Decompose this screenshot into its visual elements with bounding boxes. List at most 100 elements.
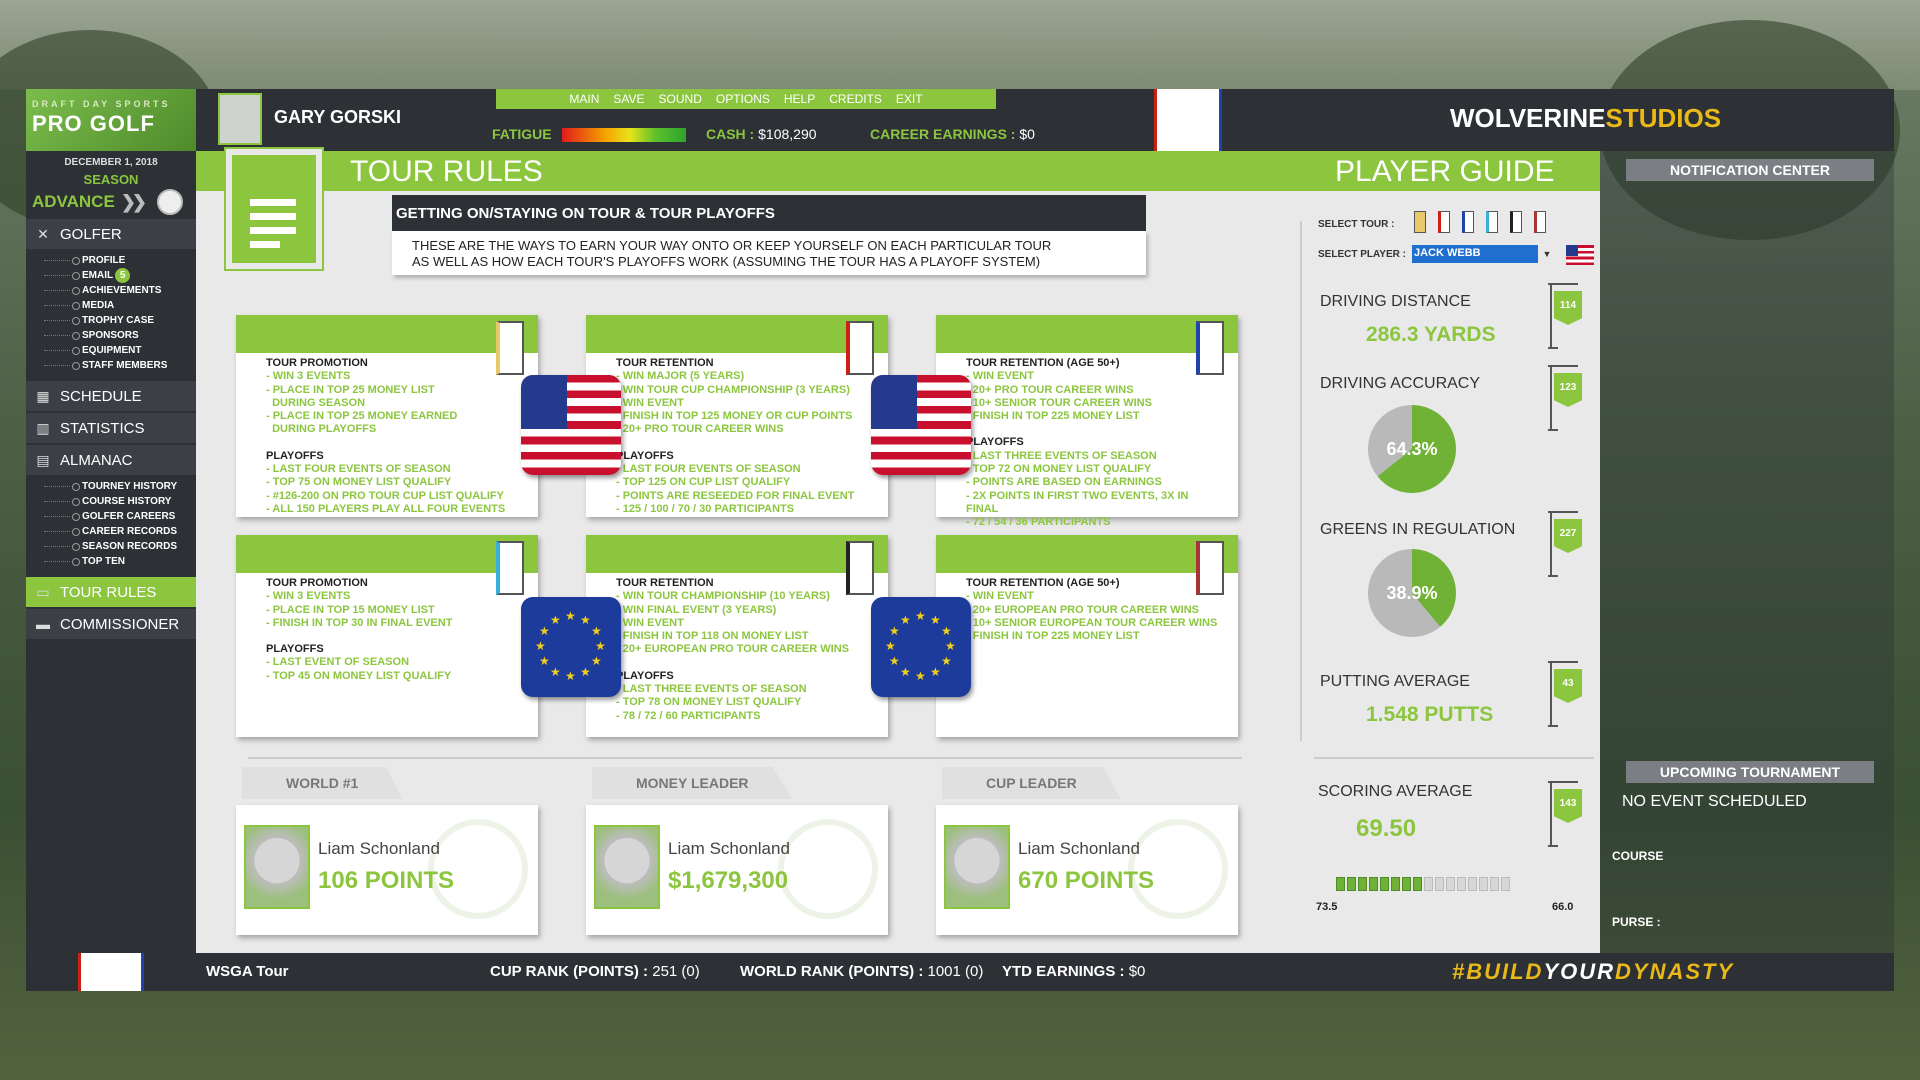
tour-logo-icon <box>496 541 524 595</box>
scoring-bar-segment <box>1336 877 1345 891</box>
menu-exit[interactable]: EXIT <box>896 92 923 106</box>
rule-item: - 20+ PRO TOUR CAREER WINS <box>616 423 858 436</box>
sidebar-subitem-course-history[interactable]: COURSE HISTORY <box>44 494 196 509</box>
tour-rule-card: TOUR PROMOTION- WIN 3 EVENTS- PLACE IN T… <box>236 535 538 737</box>
upcoming-event-text: NO EVENT SCHEDULED <box>1622 793 1807 811</box>
section-description: THESE ARE THE WAYS TO EARN YOUR WAY ONTO… <box>392 231 1146 275</box>
leader-value: $1,679,300 <box>668 867 788 895</box>
tour-option[interactable] <box>1486 211 1498 233</box>
playoff-item: - TOP 78 ON MONEY LIST QUALIFY <box>616 696 858 709</box>
scoring-bar-segment <box>1479 877 1488 891</box>
star-icon: ★ <box>930 665 941 679</box>
sidebar-subitem-staff-members[interactable]: STAFF MEMBERS <box>44 358 196 373</box>
tour-logo-icon <box>846 541 874 595</box>
leader-card[interactable]: Liam Schonland$1,679,300 <box>586 805 888 935</box>
sidebar-item-golfer[interactable]: ✕ GOLFER <box>26 219 196 249</box>
menu-credits[interactable]: CREDITS <box>829 92 882 106</box>
scoring-bar-segment <box>1369 877 1378 891</box>
description-line: THESE ARE THE WAYS TO EARN YOUR WAY ONTO… <box>412 238 1126 254</box>
tour-option[interactable] <box>1534 211 1546 233</box>
tour-logo-icon <box>846 321 874 375</box>
menu-save[interactable]: SAVE <box>613 92 644 106</box>
sidebar-item-schedule[interactable]: ▦ SCHEDULE <box>26 381 196 411</box>
playoffs-title: PLAYOFFS <box>616 670 858 683</box>
card-title: TOUR PROMOTION <box>266 577 508 590</box>
career-earnings-display: CAREER EARNINGS : $0 <box>870 126 1035 142</box>
document-icon <box>226 149 322 269</box>
leader-card[interactable]: Liam Schonland106 POINTS <box>236 805 538 935</box>
gir-pie: 38.9% <box>1368 549 1456 637</box>
rule-item: - WIN EVENT <box>616 397 858 410</box>
sidebar-item-label: ALMANAC <box>60 452 133 469</box>
sidebar-subitem-sponsors[interactable]: SPONSORS <box>44 328 196 343</box>
sidebar-subitem-top-ten[interactable]: TOP TEN <box>44 554 196 569</box>
playoff-item: - POINTS ARE RESEEDED FOR FINAL EVENT <box>616 490 858 503</box>
star-icon: ★ <box>550 665 561 679</box>
card-title: TOUR RETENTION (AGE 50+) <box>966 357 1208 370</box>
sidebar-item-almanac[interactable]: ▤ ALMANAC <box>26 445 196 475</box>
dropdown-arrow-icon[interactable]: ▼ <box>1540 245 1554 263</box>
tour-option[interactable] <box>1414 211 1426 233</box>
ytd-earnings-value: $0 <box>1129 963 1146 980</box>
tour-option[interactable] <box>1438 211 1450 233</box>
book-icon: ▤ <box>34 452 52 468</box>
app-logo[interactable]: DRAFT DAY SPORTS PRO GOLF <box>26 89 196 151</box>
sidebar-subitem-profile[interactable]: PROFILE <box>44 253 196 268</box>
card-body: TOUR RETENTION- WIN TOUR CHAMPIONSHIP (1… <box>586 573 888 727</box>
menu-sound[interactable]: SOUND <box>659 92 702 106</box>
sidebar-subitem-career-records[interactable]: CAREER RECORDS <box>44 524 196 539</box>
email-count-badge: 5 <box>115 268 130 283</box>
star-icon: ★ <box>580 665 591 679</box>
sidebar-subitem-email[interactable]: EMAIL5 <box>44 268 196 283</box>
advance-button[interactable]: ADVANCE ❯❯ <box>26 187 196 217</box>
playoff-item: - LAST EVENT OF SEASON <box>266 656 508 669</box>
sidebar-subitem-media[interactable]: MEDIA <box>44 298 196 313</box>
tour-name-text: WSGA Tour <box>206 963 289 980</box>
tour-option[interactable] <box>1510 211 1522 233</box>
fatigue-meter <box>562 128 686 142</box>
tour-logo-icon <box>1196 321 1224 375</box>
player-select[interactable]: JACK WEBB <box>1412 245 1538 263</box>
playoff-item: - 2X POINTS IN FIRST TWO EVENTS, 3X IN F… <box>966 490 1208 517</box>
sidebar-subitem-equipment[interactable]: EQUIPMENT <box>44 343 196 358</box>
card-body: TOUR RETENTION- WIN MAJOR (5 YEARS)- WIN… <box>586 353 888 520</box>
scoring-bar-segment <box>1446 877 1455 891</box>
scoring-bar-segment <box>1380 877 1389 891</box>
sidebar-item-label: COMMISSIONER <box>60 616 179 633</box>
leader-tab: WORLD #1 <box>242 767 402 799</box>
tour-rule-card: TOUR RETENTION (AGE 50+)- WIN EVENT- 20+… <box>936 535 1238 737</box>
card-header <box>236 535 538 573</box>
scoring-bar-segment <box>1501 877 1510 891</box>
menu-options[interactable]: OPTIONS <box>716 92 770 106</box>
scoring-average-value: 69.50 <box>1356 815 1416 843</box>
menu-help[interactable]: HELP <box>784 92 815 106</box>
brand-part-a: WOLVERINE <box>1450 103 1606 133</box>
rule-item: - 10+ SENIOR EUROPEAN TOUR CAREER WINS <box>966 617 1208 630</box>
cup-rank-label: CUP RANK (POINTS) : <box>490 963 648 980</box>
leader-avatar <box>944 825 1010 909</box>
sidebar-subitem-golfer-careers[interactable]: GOLFER CAREERS <box>44 509 196 524</box>
sidebar-item-tour-rules[interactable]: ▭ TOUR RULES <box>26 577 196 607</box>
document-icon: ▭ <box>34 584 52 600</box>
rule-item: - WIN MAJOR (5 YEARS) <box>616 370 858 383</box>
tour-selector <box>1402 211 1546 233</box>
sidebar-subitem-trophy-case[interactable]: TROPHY CASE <box>44 313 196 328</box>
tour-name: WSGA Tour <box>206 963 289 980</box>
sidebar-item-statistics[interactable]: ▥ STATISTICS <box>26 413 196 443</box>
playoff-item: - LAST THREE EVENTS OF SEASON <box>966 450 1208 463</box>
scoring-bar-segment <box>1490 877 1499 891</box>
tour-option[interactable] <box>1462 211 1474 233</box>
ytd-earnings-label: YTD EARNINGS : <box>1002 963 1125 980</box>
menu-main[interactable]: MAIN <box>569 92 599 106</box>
sidebar-subitem-tourney-history[interactable]: TOURNEY HISTORY <box>44 479 196 494</box>
brand-part-b: STUDIOS <box>1606 103 1722 133</box>
star-icon: ★ <box>591 624 602 638</box>
player-avatar[interactable] <box>218 93 262 145</box>
sidebar-item-commissioner[interactable]: ▬ COMMISSIONER <box>26 609 196 639</box>
scoring-average-label: SCORING AVERAGE <box>1318 783 1472 801</box>
sidebar-subitem-achievements[interactable]: ACHIEVEMENTS <box>44 283 196 298</box>
leader-card[interactable]: Liam Schonland670 POINTS <box>936 805 1238 935</box>
putting-average-value: 1.548 PUTTS <box>1366 703 1493 727</box>
card-body: TOUR RETENTION (AGE 50+)- WIN EVENT- 20+… <box>936 353 1238 534</box>
sidebar-subitem-season-records[interactable]: SEASON RECORDS <box>44 539 196 554</box>
